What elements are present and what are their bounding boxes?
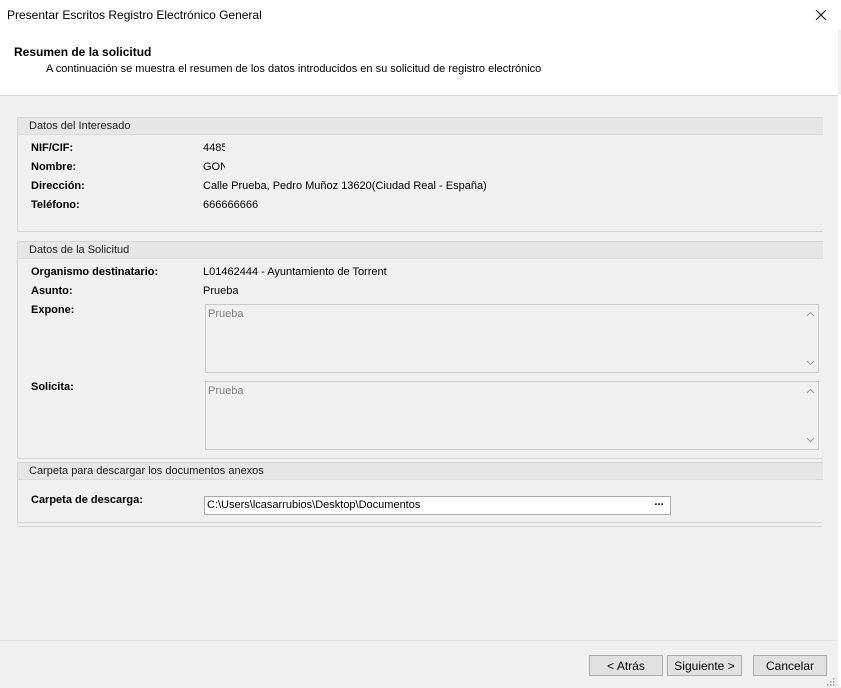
browse-folder-button[interactable]: ... [649,497,669,513]
solicita-scrollbar[interactable] [802,382,818,449]
solicitud-group: Datos de la Solicitud Organismo destinat… [17,241,823,459]
scroll-down-button[interactable] [802,433,818,447]
chevron-down-icon [806,360,814,366]
expone-text: Prueba [208,308,244,320]
asunto-label: Asunto: [31,285,73,297]
window-title: Presentar Escritos Registro Electrónico … [7,8,262,22]
close-button[interactable] [801,0,841,30]
resize-grip-icon[interactable] [825,676,835,686]
title-bar: Presentar Escritos Registro Electrónico … [0,0,841,30]
expone-textarea[interactable]: Prueba [205,304,819,373]
chevron-up-icon [806,388,814,394]
page-title: Resumen de la solicitud [14,45,152,59]
back-button[interactable]: < Atrás [589,655,663,676]
download-folder-path: C:\Users\lcasarrubios\Desktop\Documentos [207,499,421,511]
carpeta-label: Carpeta de descarga: [31,494,143,506]
summary-content: Datos del Interesado NIF/CIF: 4485 Nombr… [0,96,838,640]
nombre-value: GON [203,161,225,173]
solicita-textarea[interactable]: Prueba [205,381,819,450]
telefono-label: Teléfono: [31,199,80,211]
nombre-label: Nombre: [31,161,77,173]
content-separator [17,526,822,527]
carpeta-group: Carpeta para descargar los documentos an… [17,462,823,523]
solicita-text: Prueba [208,385,244,397]
scroll-up-button[interactable] [802,384,818,398]
page-subtitle: A continuación se muestra el resumen de … [46,63,542,75]
chevron-down-icon [806,437,814,443]
solicitud-group-title: Datos de la Solicitud [18,242,823,259]
chevron-up-icon [806,311,814,317]
solicita-label: Solicita: [31,381,74,393]
carpeta-group-title: Carpeta para descargar los documentos an… [18,463,823,480]
telefono-value: 666666666 [203,199,259,211]
scroll-up-button[interactable] [802,307,818,321]
expone-label: Expone: [31,304,75,316]
close-icon [815,9,827,21]
direccion-label: Dirección: [31,180,85,192]
asunto-value: Prueba [203,285,239,297]
wizard-footer: < Atrás Siguiente > Cancelar [0,640,838,688]
organismo-label: Organismo destinatario: [31,266,159,278]
download-folder-input[interactable]: C:\Users\lcasarrubios\Desktop\Documentos… [204,496,671,515]
interesado-group: Datos del Interesado NIF/CIF: 4485 Nombr… [17,117,823,232]
organismo-value: L01462444 - Ayuntamiento de Torrent [203,266,387,278]
scroll-down-button[interactable] [802,356,818,370]
expone-scrollbar[interactable] [802,305,818,372]
nif-value: 4485 [203,142,225,154]
nif-label: NIF/CIF: [31,142,74,154]
next-button[interactable]: Siguiente > [667,655,742,676]
wizard-header: Resumen de la solicitud A continuación s… [0,30,838,96]
cancel-button[interactable]: Cancelar [753,655,827,676]
interesado-group-title: Datos del Interesado [18,118,823,135]
direccion-value: Calle Prueba, Pedro Muñoz 13620(Ciudad R… [203,180,487,192]
